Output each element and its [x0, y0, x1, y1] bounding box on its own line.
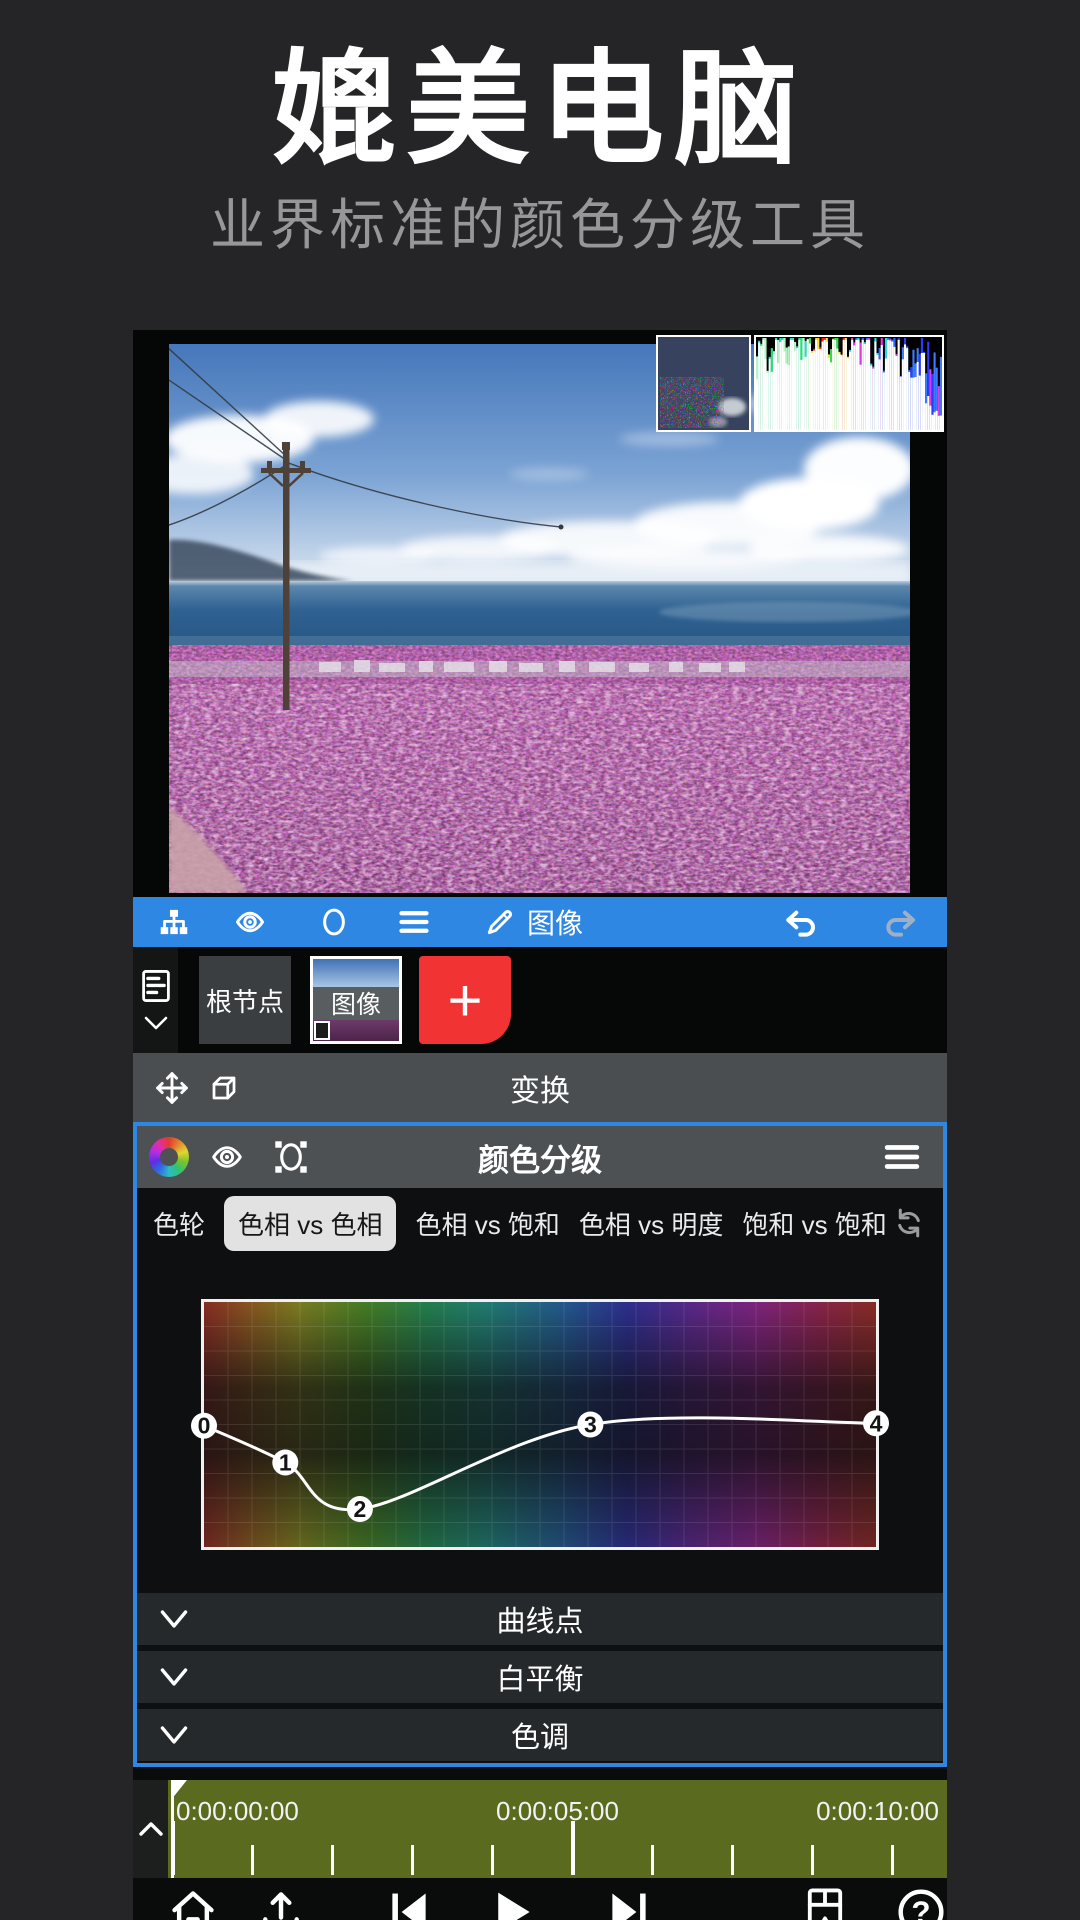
- redo-icon[interactable]: [881, 906, 919, 938]
- panel-title: 颜色分级: [137, 1135, 943, 1180]
- play-icon[interactable]: [489, 1888, 537, 1920]
- node-root[interactable]: 根节点: [199, 956, 291, 1044]
- previous-frame-icon[interactable]: [385, 1888, 433, 1920]
- cg-tabs: 色轮色相 vs 色相色相 vs 饱和色相 vs 明度饱和 vs 饱和: [137, 1188, 943, 1258]
- ellipse-icon[interactable]: [319, 907, 349, 937]
- timeline-stamps: 0:00:00:00 0:00:05:00 0:00:10:00: [168, 1796, 947, 1827]
- export-icon[interactable]: [257, 1888, 305, 1920]
- svg-text:1: 1: [279, 1449, 292, 1475]
- panel-menu-icon[interactable]: [883, 1142, 921, 1172]
- waveform-scope: [656, 335, 751, 432]
- tab-hue-vs-lum[interactable]: 色相 vs 明度: [579, 1205, 723, 1242]
- tab-hue-vs-sat[interactable]: 色相 vs 饱和: [415, 1205, 559, 1242]
- preview-canvas: [133, 330, 947, 897]
- section-row-0[interactable]: 曲线点: [137, 1593, 943, 1645]
- next-frame-icon[interactable]: [605, 1888, 653, 1920]
- waveform-preview: [658, 337, 749, 430]
- section-row-2[interactable]: 色调: [137, 1709, 943, 1761]
- svg-text:2: 2: [354, 1496, 367, 1522]
- timeline: 0:00:00:00 0:00:05:00 0:00:10:00: [133, 1780, 947, 1878]
- hero-title: 媲美电脑: [0, 8, 1080, 188]
- timestamp: 0:00:05:00: [496, 1796, 619, 1827]
- curve-point-0[interactable]: 0: [191, 1413, 217, 1439]
- timeline-tick: [731, 1845, 734, 1875]
- timeline-tick: [651, 1845, 654, 1875]
- curve-point-3[interactable]: 3: [577, 1412, 603, 1438]
- cg-tab-list: 色轮色相 vs 色相色相 vs 饱和色相 vs 明度饱和 vs 饱和: [153, 1196, 891, 1251]
- refresh-icon[interactable]: [891, 1205, 927, 1241]
- timeline-tick: [491, 1845, 494, 1875]
- scopes-overlay: [656, 335, 944, 432]
- timeline-tick: [171, 1821, 175, 1875]
- chevron-down-icon: [143, 1015, 169, 1031]
- timeline-tick: [811, 1845, 814, 1875]
- svg-text:4: 4: [870, 1410, 883, 1436]
- layout-icon[interactable]: [801, 1888, 849, 1920]
- bottom-toolbar: ?: [133, 1878, 947, 1920]
- histogram-svg: [756, 337, 942, 430]
- curve-svg: 01234: [204, 1302, 876, 1547]
- timestamp: 0:00:00:00: [176, 1796, 299, 1827]
- svg-text:0: 0: [198, 1413, 211, 1439]
- chevron-up-icon: [138, 1821, 164, 1837]
- home-icon[interactable]: [169, 1888, 217, 1920]
- color-grading-header[interactable]: 颜色分级: [137, 1126, 943, 1188]
- menu-icon[interactable]: [399, 907, 429, 937]
- thumb-corner-mark: [314, 1021, 330, 1040]
- section-label: 色调: [137, 1714, 943, 1756]
- edit-toolbar: 图像: [133, 897, 947, 947]
- histogram-scope: [754, 335, 944, 432]
- cg-sections: 曲线点白平衡色调: [137, 1593, 943, 1761]
- transform-title: 变换: [133, 1066, 947, 1110]
- add-node-button[interactable]: +: [419, 956, 511, 1044]
- visibility-icon[interactable]: [235, 907, 269, 937]
- curve-point-4[interactable]: 4: [863, 1410, 889, 1436]
- thumb-label: 图像: [313, 987, 399, 1020]
- timeline-tick: [891, 1845, 894, 1875]
- town: [169, 660, 910, 677]
- timeline-tick: [571, 1821, 575, 1875]
- section-label: 白平衡: [137, 1656, 943, 1698]
- help-icon[interactable]: ?: [897, 1888, 945, 1920]
- timeline-collapse[interactable]: [133, 1780, 168, 1878]
- svg-text:?: ?: [911, 1895, 930, 1920]
- hero-subtitle: 业界标准的颜色分级工具: [0, 180, 1080, 260]
- node-image[interactable]: 图像: [310, 956, 402, 1044]
- timeline-tick: [251, 1845, 254, 1875]
- tab-wheel[interactable]: 色轮: [153, 1205, 205, 1242]
- timeline-tick: [331, 1845, 334, 1875]
- node-tree-icon[interactable]: [159, 908, 189, 936]
- timeline-ruler[interactable]: 0:00:00:00 0:00:05:00 0:00:10:00: [168, 1780, 947, 1878]
- undo-icon[interactable]: [783, 906, 821, 938]
- page: 媲美电脑 业界标准的颜色分级工具: [0, 0, 1080, 1920]
- transform-row[interactable]: 变换: [133, 1053, 947, 1122]
- svg-text:3: 3: [584, 1412, 597, 1438]
- tab-hue-vs-hue[interactable]: 色相 vs 色相: [224, 1196, 396, 1251]
- section-label: 曲线点: [137, 1598, 943, 1640]
- thumb-sky: [313, 959, 399, 987]
- node-outline-icon: [142, 969, 170, 1003]
- hue-curve-editor[interactable]: 01234: [201, 1299, 879, 1550]
- selected-node-label: 图像: [527, 902, 583, 942]
- timestamp: 0:00:10:00: [816, 1796, 939, 1827]
- node-list-column[interactable]: [133, 947, 178, 1053]
- tab-sat-vs-sat[interactable]: 饱和 vs 饱和: [742, 1205, 886, 1242]
- timeline-tick: [411, 1845, 414, 1875]
- color-grading-panel: 颜色分级 色轮色相 vs 色相色相 vs 饱和色相 vs 明度饱和 vs 饱和 …: [133, 1122, 947, 1767]
- curve-point-2[interactable]: 2: [347, 1496, 373, 1522]
- curve-point-1[interactable]: 1: [272, 1449, 298, 1475]
- plus-icon: +: [447, 966, 482, 1035]
- edit-pencil-icon[interactable]: [485, 907, 515, 937]
- app-screenshot: 图像 根节点 图像: [133, 330, 947, 1920]
- section-row-1[interactable]: 白平衡: [137, 1651, 943, 1703]
- node-bar: 根节点 图像 +: [133, 947, 947, 1053]
